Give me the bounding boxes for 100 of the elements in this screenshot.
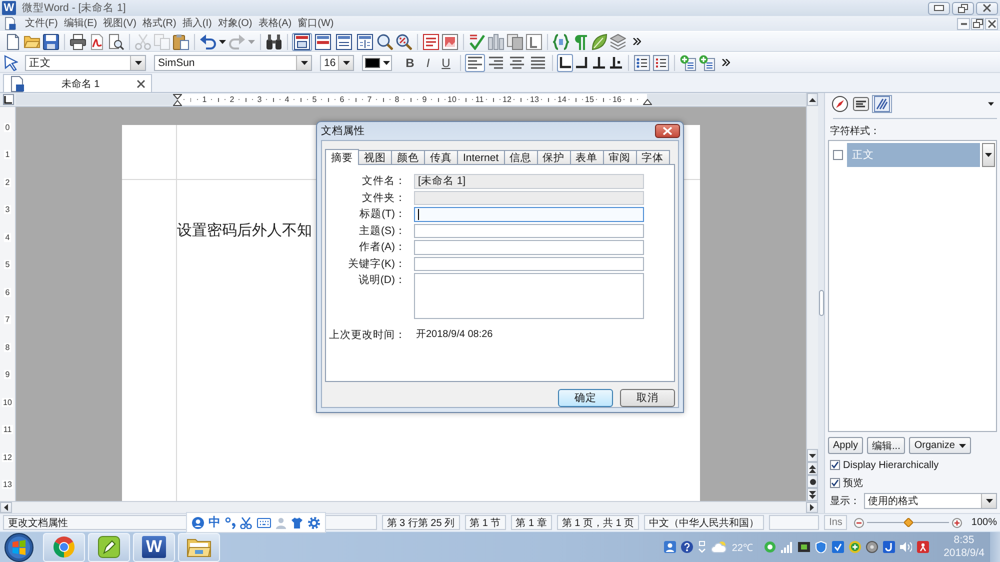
taskbar-button[interactable] [88,532,130,562]
text-field[interactable] [414,256,644,271]
chevron-icon[interactable] [633,38,641,45]
shield-icon[interactable] [815,541,827,553]
close-button[interactable] [976,2,998,14]
magnifier-icon[interactable] [377,34,393,50]
dialog-tab[interactable]: 摘要 [325,149,359,165]
font-color-button[interactable] [362,54,392,70]
menu-item[interactable]: 对象(O) [214,17,256,30]
dialog-tab[interactable]: 信息 [504,150,538,164]
bar-columns-icon[interactable] [488,34,504,50]
menu-item[interactable]: 窗口(W) [294,17,337,30]
stacked-pages-icon[interactable] [507,34,523,50]
dialog-button[interactable]: 取消 [620,389,675,407]
braces-icon[interactable] [553,34,569,50]
close-button[interactable] [985,18,998,30]
underline-button[interactable]: U [439,54,453,70]
pilcrow-icon[interactable] [572,34,588,50]
menu-item[interactable]: 视图(V) [100,17,140,30]
dropdown-button[interactable] [338,56,353,70]
scroll-up-button[interactable] [807,93,818,106]
previous-page-button[interactable] [807,462,818,475]
start-button[interactable] [4,532,34,562]
next-page-button[interactable] [807,488,818,501]
dialog-tab[interactable]: 表单 [570,150,604,164]
dropdown-button[interactable] [981,494,996,508]
printer-icon[interactable] [70,34,86,50]
left-tab-button[interactable] [557,54,573,72]
scroll-left-button[interactable] [0,502,12,513]
dropdown-button[interactable] [296,56,311,70]
caret-icon[interactable] [988,102,994,106]
leaf-icon[interactable] [591,34,607,50]
columns-layout-button[interactable] [355,32,375,50]
checkbox-label[interactable]: 预览 [843,476,863,490]
disc-icon[interactable] [866,541,878,553]
minimize-button[interactable] [957,18,970,30]
dropdown-button[interactable] [130,56,145,70]
style-dropdown[interactable]: 正文 [25,54,146,70]
input-mode-toggle[interactable]: 中 [208,514,221,531]
right-indent-icon[interactable] [642,99,652,105]
undo-icon[interactable] [200,34,216,50]
menu-item[interactable]: 格式(R) [139,17,180,30]
dialog-button[interactable]: 确定 [558,389,613,407]
italic-button[interactable]: I [421,54,435,70]
menu-item[interactable]: 文件(F) [22,17,61,30]
settings-icon[interactable] [308,516,320,528]
checkbox[interactable] [833,150,843,160]
framed-corner-icon[interactable] [526,34,542,50]
dialog-tab[interactable]: Internet [457,150,505,164]
hook-tile-icon[interactable] [883,541,895,553]
clipboard-icon[interactable] [173,34,189,50]
document-tab[interactable]: 未命名 1 [3,74,152,92]
check-tile-icon[interactable] [832,541,844,553]
show-dropdown[interactable]: 使用的格式 [864,493,997,509]
taskbar-button[interactable]: W [133,532,175,562]
punctuation-icon[interactable] [224,516,236,528]
text-field[interactable] [414,240,644,254]
chevron-icon[interactable] [722,59,730,66]
panel-button[interactable]: Organize [909,437,971,454]
shirt-icon[interactable] [291,516,304,528]
dialog-close-button[interactable] [655,124,680,138]
layers-icon[interactable] [610,34,626,50]
binoculars-icon[interactable] [266,34,282,50]
check-mark-icon[interactable] [469,34,485,50]
figure-tile-icon[interactable] [917,541,929,553]
menu-item[interactable]: 表格(A) [255,17,295,30]
document-icon[interactable] [4,17,16,30]
bold-button[interactable]: B [403,54,417,70]
dialog-tab[interactable]: 保护 [536,150,571,164]
checkbox[interactable] [830,460,840,470]
text-box-icon[interactable] [423,34,439,50]
fonts-tab[interactable] [851,95,871,113]
font-dropdown[interactable]: SimSun [154,54,312,70]
font-size-dropdown[interactable]: 16 [320,54,354,70]
navigator-tab[interactable] [830,95,850,113]
plus-circle-icon[interactable] [849,541,861,553]
user-icon[interactable] [664,541,676,553]
align-left-button[interactable] [465,54,485,72]
styles-tab[interactable] [872,95,892,113]
browse-object-button[interactable] [807,475,818,488]
insert-mode-indicator[interactable]: Ins [824,515,848,530]
help-icon[interactable] [680,541,693,553]
align-right-button[interactable] [486,54,506,72]
zoom-slider-thumb[interactable] [904,518,913,527]
close-icon[interactable] [137,80,145,88]
keyboard-icon[interactable] [256,518,271,528]
picture-icon[interactable] [442,34,458,50]
dialog-tab[interactable]: 颜色 [391,150,425,164]
numbered-list-icon[interactable] [653,54,669,70]
tab-selector-button[interactable] [2,94,14,105]
user-circle-icon[interactable] [192,516,204,528]
zoom-in-icon[interactable] [952,518,962,528]
panel-button[interactable]: 编辑... [867,437,906,454]
scissors-icon[interactable] [240,516,252,528]
scroll-right-button[interactable] [806,502,818,513]
dialog-tab[interactable]: 字体 [636,150,670,164]
caret-icon[interactable] [219,40,226,44]
dialog-tab[interactable]: 视图 [358,150,392,164]
menu-item[interactable]: 插入(I) [179,17,215,30]
dialog-tab[interactable]: 审阅 [602,150,637,164]
